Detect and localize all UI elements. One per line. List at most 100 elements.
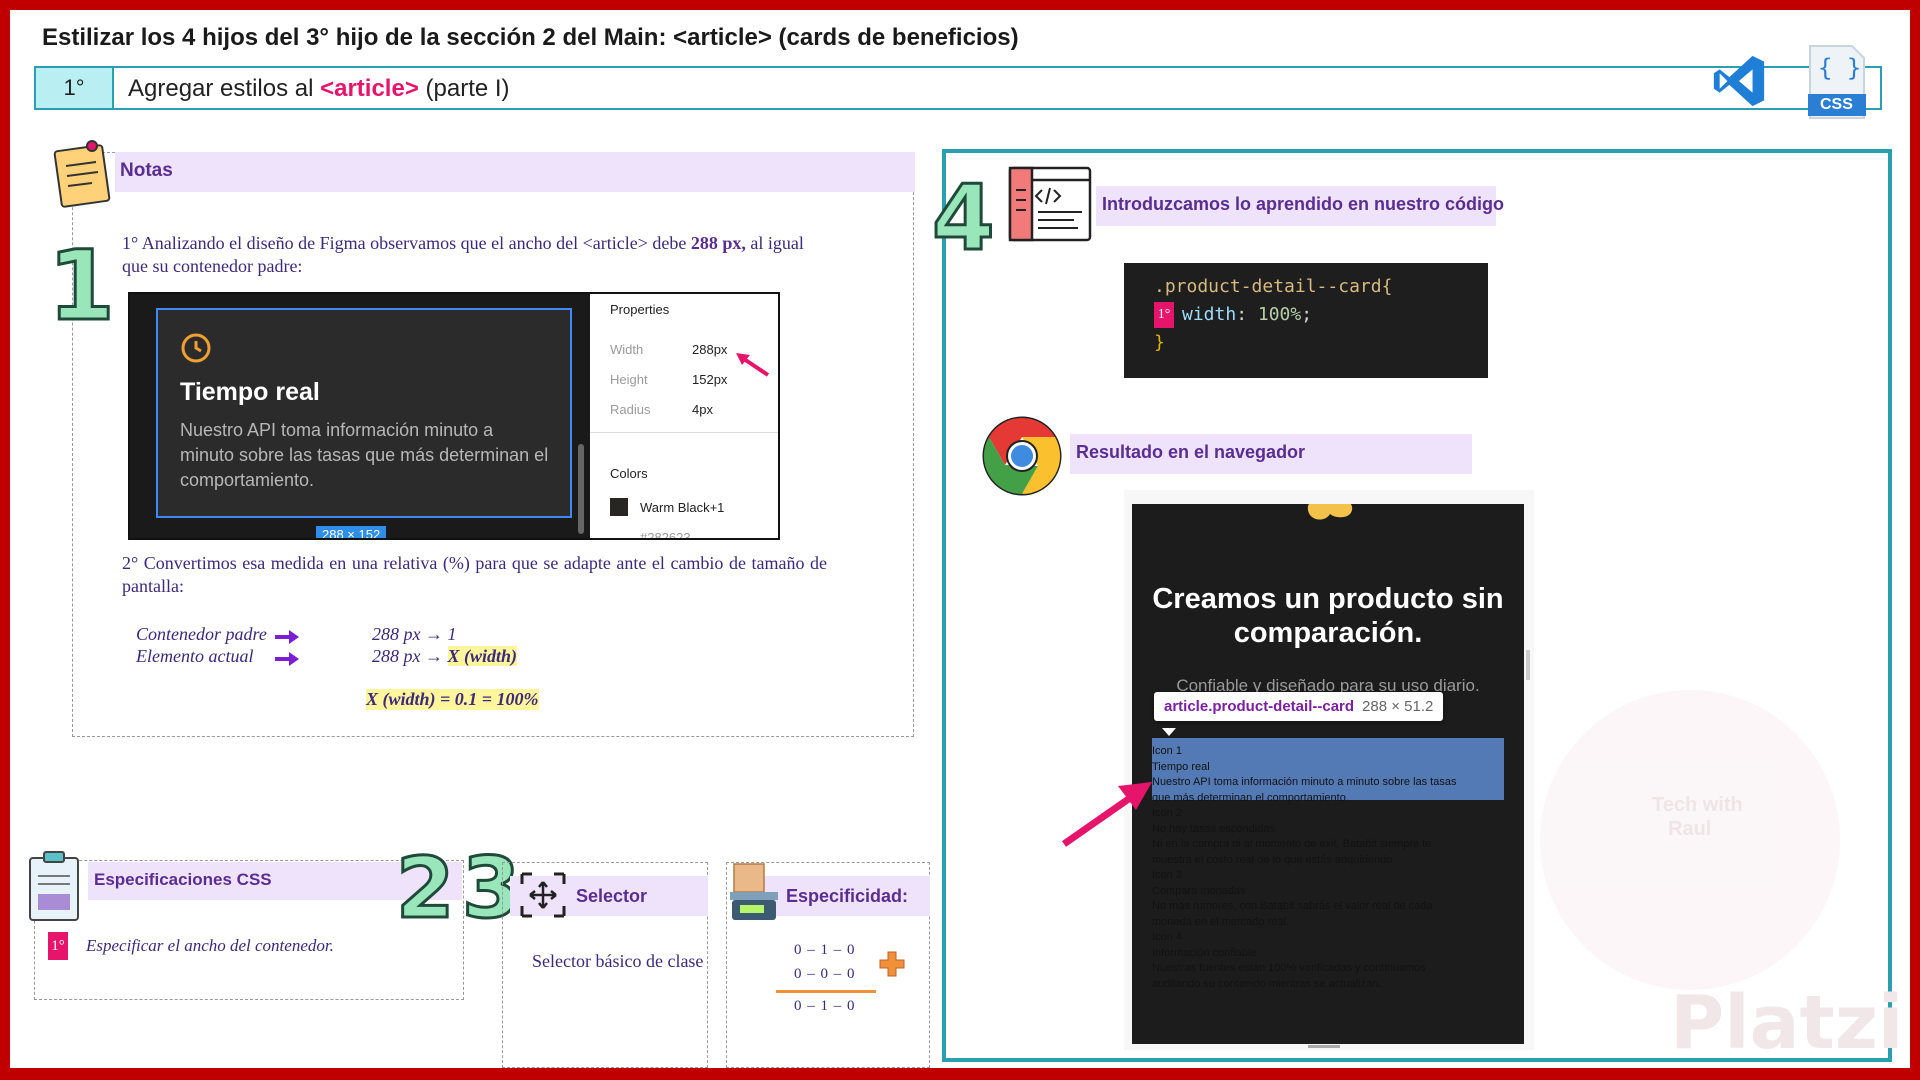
tooltip-selector: article.product-detail--card (1164, 698, 1355, 715)
pointer-arrow-icon (736, 353, 770, 377)
article-line: Información confiable (1152, 946, 1257, 959)
prop-label-height: Height (610, 372, 648, 387)
selector-move-icon (520, 872, 566, 918)
right-arrow-icon (275, 652, 299, 666)
specificity-line-2: 0 – 0 – 0 (794, 966, 856, 982)
watermark-logo-text-1: Tech with (1652, 794, 1743, 816)
article-line: Nuestras fuentes están 100% verificadas … (1152, 962, 1426, 974)
watermark-logo-text-2: Raul (1668, 818, 1712, 840)
formula-label-parent: Contenedor padre (136, 624, 267, 644)
notes-title: Notas (120, 160, 173, 181)
hero-title: Creamos un producto sin comparación. (1152, 583, 1504, 649)
browser-viewport: Creamos un producto sin comparación. Con… (1132, 504, 1524, 1044)
prop-value-radius: 4px (692, 402, 713, 417)
prop-label-width: Width (610, 342, 644, 357)
step-4-number: 4 (931, 166, 997, 271)
tooltip-size: 288 × 51.2 (1362, 698, 1434, 715)
browser-screenshot: Creamos un producto sin comparación. Con… (1124, 490, 1534, 1050)
prop-label-radius: Radius (610, 402, 651, 417)
article-line: que más determinan el comportamiento. (1152, 791, 1349, 804)
right-arrow-icon (275, 630, 299, 644)
step-bar: 1° Agregar estilos al <article> (parte I… (34, 66, 1882, 110)
color-hex: #282623 (640, 530, 691, 540)
code-badge: 1° (1154, 302, 1174, 328)
selector-text: Selector básico de clase (532, 951, 704, 971)
code-selector: .product-detail--card{ (1154, 276, 1393, 297)
specificity-line-3: 0 – 1 – 0 (794, 998, 856, 1014)
formula-row-2-right: X (width) (447, 646, 518, 666)
article-line: Ni en la compra ni al momento de exit, B… (1152, 838, 1432, 850)
pointer-arrow-icon (1061, 782, 1152, 847)
code-block: .product-detail--card{ 1° width: 100%; } (1124, 263, 1488, 378)
step-number: 1° (36, 68, 114, 108)
spec-text: Especificar el ancho del contenedor. (86, 936, 334, 955)
specificity-title: Especificidad: (786, 886, 909, 906)
figma-card-text: Nuestro API toma información minuto a mi… (180, 420, 549, 490)
browser-title: Resultado en el navegador (1076, 442, 1306, 462)
page-title: Estilizar los 4 hijos del 3° hijo de la … (42, 24, 1019, 51)
spec-badge: 1° (48, 932, 68, 960)
colors-heading: Colors (610, 466, 648, 481)
css-spec-title: Especificaciones CSS (94, 870, 272, 889)
note-point-2: 2° Convertimos esa medida en una relativ… (122, 553, 827, 596)
article-line: Compara monedas (1152, 884, 1246, 897)
code-value: 100% (1257, 304, 1302, 325)
article-line: Nuestro API toma información minuto a mi… (1152, 776, 1457, 788)
code-window-icon (1008, 166, 1092, 242)
figma-scrollbar (578, 444, 584, 534)
article-line: moneda en el mercado real. (1152, 915, 1289, 928)
vscode-icon (1713, 55, 1765, 107)
clock-icon (181, 333, 211, 363)
step-text-before: Agregar estilos al (128, 75, 321, 102)
article-line: Tiempo real (1152, 760, 1210, 773)
formula-row-1: 288 px → 1 (372, 624, 457, 644)
properties-divider (590, 432, 778, 433)
formula-row-1-left: 288 px (372, 624, 421, 644)
step-1-number: 1 (47, 230, 117, 342)
properties-heading: Properties (610, 302, 670, 317)
figma-size-badge: 288 × 152 (316, 526, 387, 538)
formula-row-1-right: 1 (447, 624, 457, 644)
step-text: Agregar estilos al <article> (parte I) (128, 75, 510, 103)
color-swatch (610, 498, 628, 516)
css-file-glyph: { } (1818, 54, 1862, 82)
note-point-1-bold: 288 px, (690, 233, 746, 253)
tooltip-caret (1162, 728, 1176, 736)
browser-scrollbar[interactable] (1526, 650, 1530, 680)
prop-value-width: 288px (692, 342, 728, 357)
note-point-1: 1° Analizando el diseño de Figma observa… (122, 232, 822, 278)
devtools-tooltip: article.product-detail--card 288 × 51.2 (1154, 692, 1444, 721)
formula-row-2: 288 px → X (width) (372, 646, 518, 666)
article-line: No más rumores, con Batabit sabrás el va… (1152, 900, 1433, 912)
article-text: Icon 1 Tiempo real Nuestro API toma info… (1152, 744, 1508, 992)
article-line: Icon 2 (1152, 807, 1182, 819)
blob-decoration-icon (1307, 504, 1353, 520)
code-property: width (1182, 304, 1237, 325)
selector-title: Selector (576, 886, 648, 906)
chrome-icon (982, 416, 1062, 496)
specificity-line-1: 0 – 1 – 0 (794, 942, 856, 958)
formula-label-current: Elemento actual (136, 646, 254, 666)
article-line: No hay tasas escondidas (1152, 822, 1275, 835)
figma-card: Tiempo real Nuestro API toma información… (156, 308, 572, 518)
sticky-note-icon (53, 140, 111, 208)
article-line: Icon 4 (1152, 931, 1182, 943)
figma-card-title: Tiempo real (180, 378, 320, 406)
figma-properties-panel: Properties Width 288px Height 152px Radi… (590, 294, 778, 540)
color-name: Warm Black+1 (640, 500, 725, 515)
formula-row-2-left: 288 px (372, 646, 421, 666)
article-line: auditando su contenido mientras se actua… (1152, 977, 1382, 990)
css-file-label: CSS (1820, 96, 1853, 113)
slide: Estilizar los 4 hijos del 3° hijo de la … (10, 10, 1910, 1068)
code-title: Introduzcamos lo aprendido en nuestro có… (1102, 194, 1505, 214)
watermark-logo: Tech with Raul (1540, 690, 1840, 990)
code-close-brace: } (1154, 332, 1165, 353)
code-declaration: 1° width: 100%; (1154, 301, 1488, 329)
watermark-text: Platzi (1670, 980, 1904, 1066)
note-point-1-a: 1° Analizando el diseño de Figma observa… (122, 233, 691, 253)
step-2-number: 2 (394, 839, 455, 937)
article-line: muestra el costo real de lo que estás ad… (1152, 853, 1396, 866)
notes-header-bg (115, 152, 915, 192)
article-line: Icon 1 (1152, 745, 1182, 757)
formula-result: X (width) = 0.1 = 100% (366, 689, 539, 710)
